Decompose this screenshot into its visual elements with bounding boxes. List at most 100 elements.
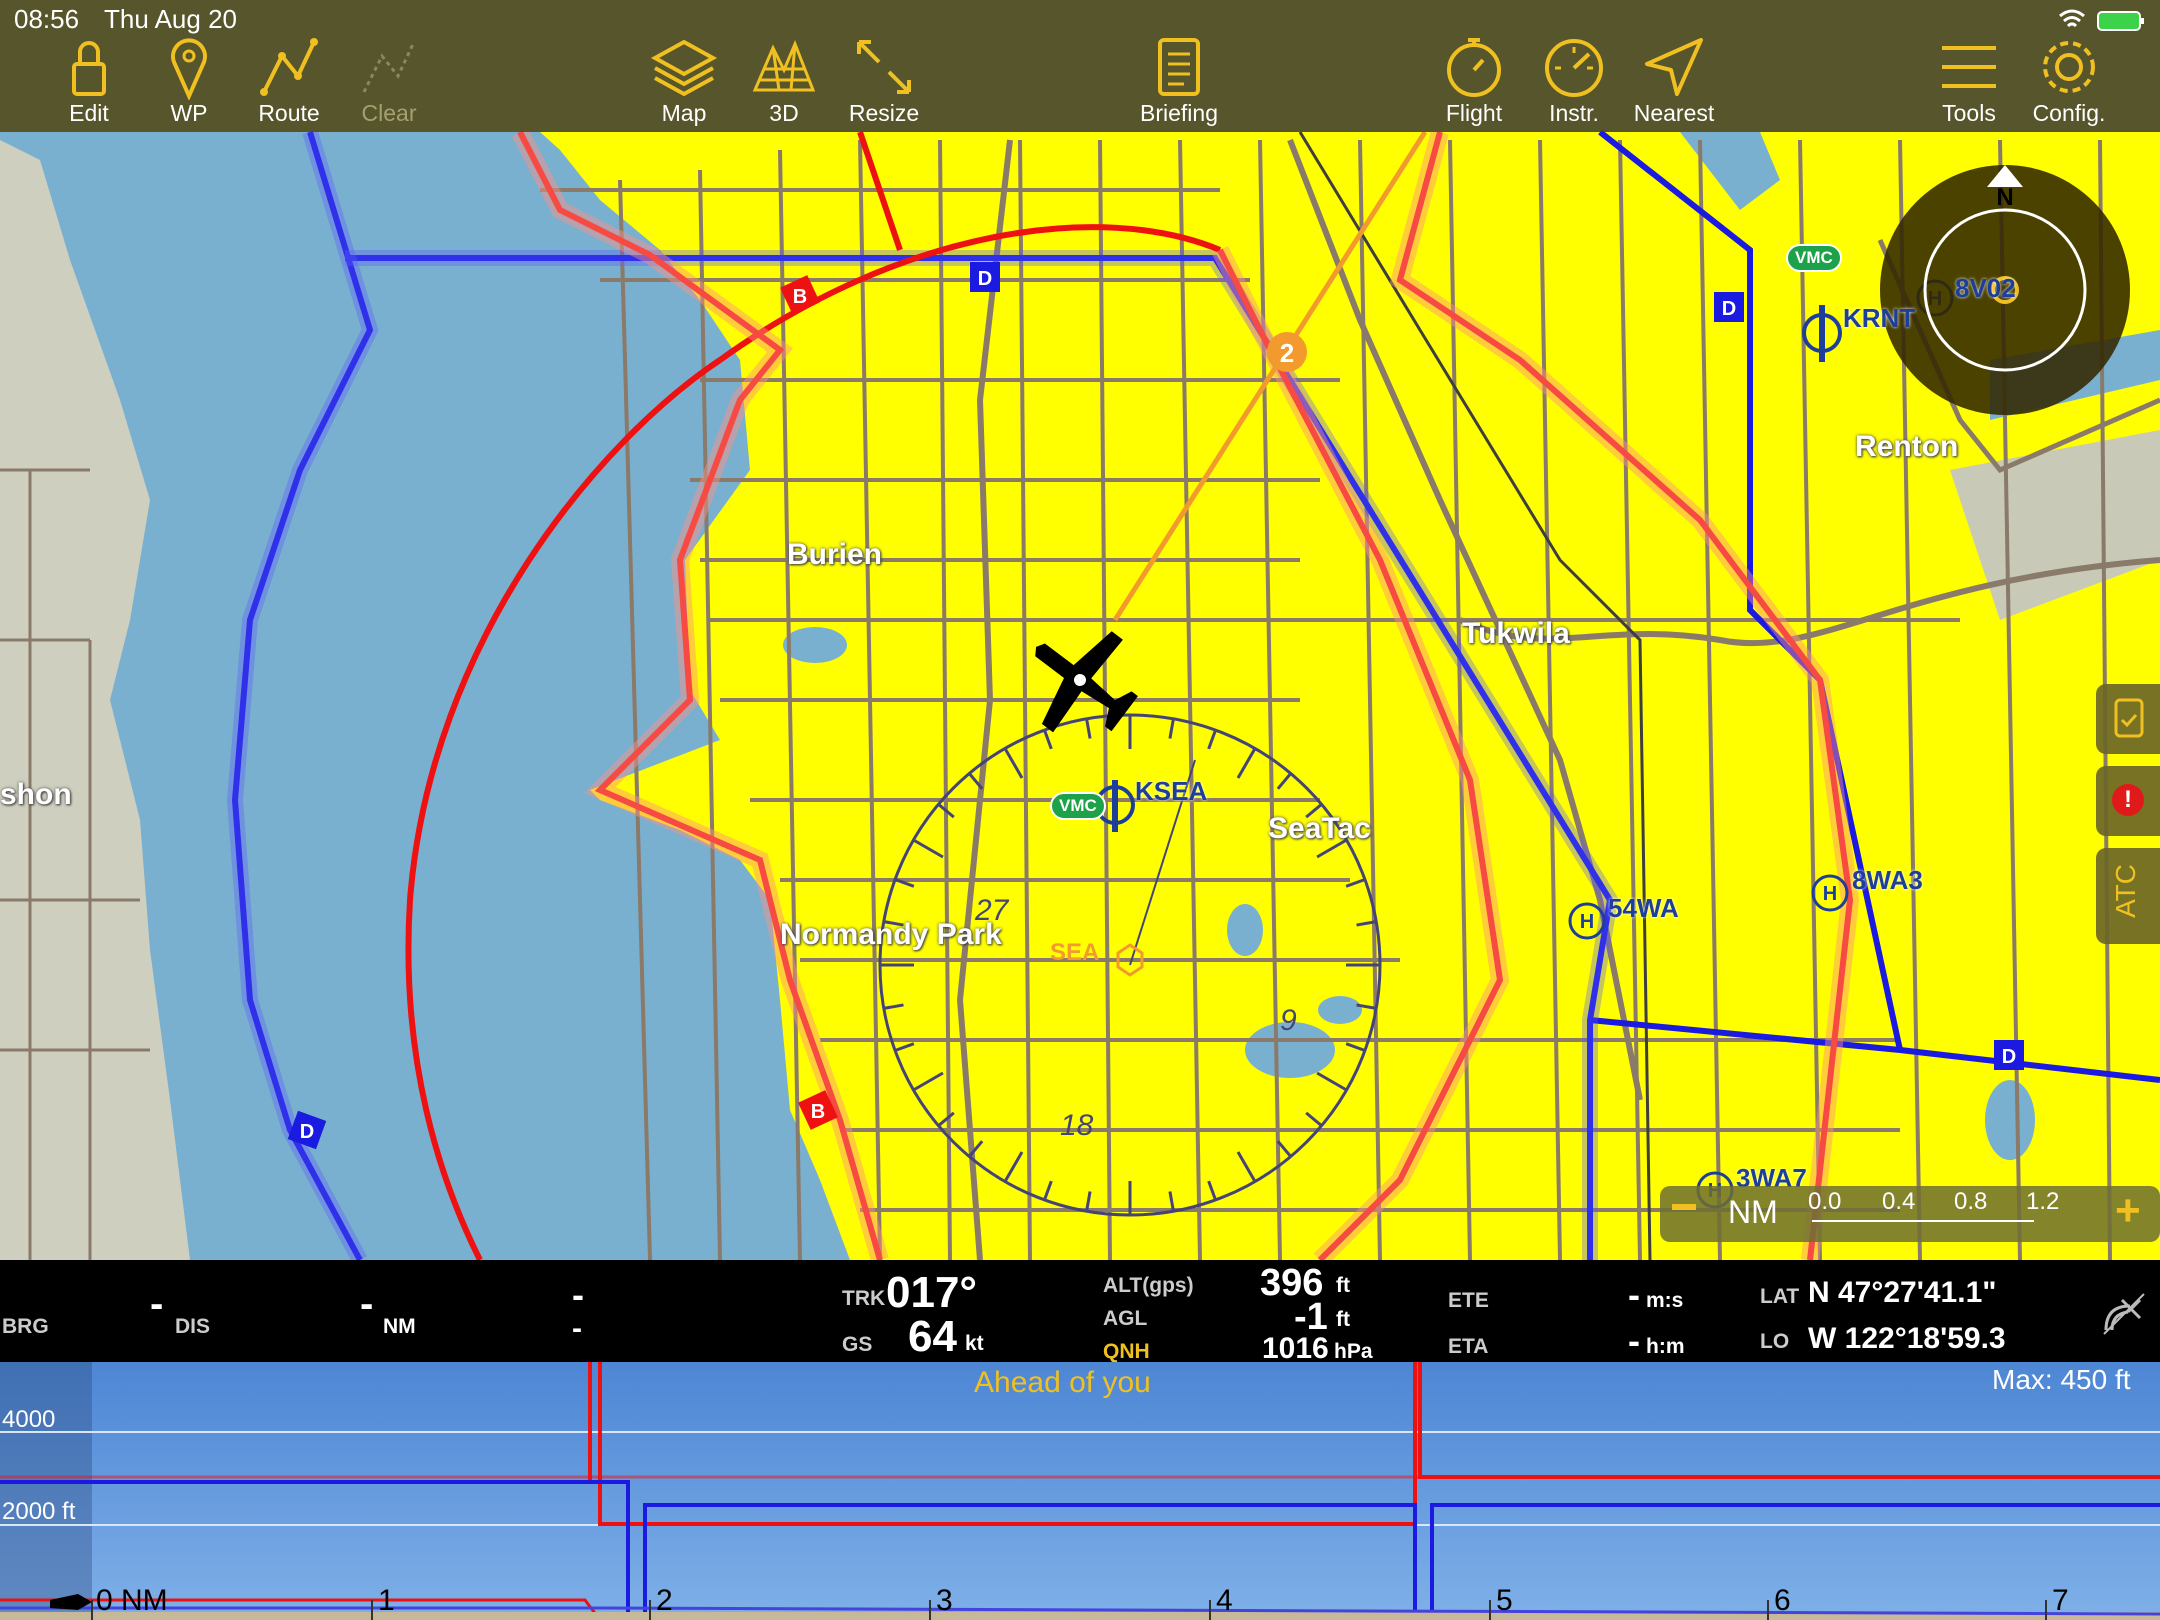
brg-label: BRG — [2, 1315, 49, 1338]
class-d-label-2: D — [1722, 298, 1736, 320]
place-vashon: shon — [0, 778, 72, 811]
dis-label: DIS — [175, 1315, 211, 1338]
trk-value: 017° — [886, 1268, 978, 1317]
heliport-8wa3[interactable]: 8WA3 — [1852, 865, 1923, 896]
clear-button[interactable]: Clear — [334, 34, 444, 130]
gs-value: 64 — [908, 1312, 957, 1361]
airport-ksea[interactable]: KSEA — [1135, 776, 1207, 807]
gear-icon — [2043, 41, 2095, 93]
lon-value: W 122°18'59.3 — [1808, 1322, 2006, 1355]
class-d-label-3: D — [2002, 1046, 2016, 1068]
edit-button[interactable]: Edit — [34, 34, 144, 130]
vor-label: SEA — [1050, 939, 1099, 966]
status-icons — [2059, 9, 2144, 31]
class-d-label-4: D — [300, 1121, 314, 1143]
dist-1: 1 — [378, 1584, 395, 1617]
svg-text:H: H — [1823, 883, 1837, 905]
vertical-profile[interactable]: Ahead of you Max: 450 ft 4000 2000 ft 0 … — [0, 1362, 2160, 1620]
atc-button[interactable]: ATC — [2096, 848, 2160, 944]
heliport-8v02[interactable]: 8V02 — [1955, 273, 2016, 304]
dis-unit: NM — [383, 1315, 416, 1338]
dist-4: 4 — [1216, 1584, 1233, 1617]
heliport-54wa[interactable]: 54WA — [1608, 893, 1679, 924]
checklist-icon — [2114, 698, 2144, 738]
brg-value: - — [150, 1282, 164, 1326]
class-b-label: B — [793, 286, 807, 308]
lock-icon — [72, 41, 106, 96]
zoom-in-button[interactable]: + — [2115, 1186, 2141, 1236]
dist-0: 0 NM — [96, 1584, 168, 1617]
resize-button[interactable]: Resize — [829, 34, 939, 130]
app-root: 2 27 18 9 B B D D D D HHHH SEA N Burien … — [0, 0, 2160, 1620]
alert-icon: ! — [2112, 784, 2144, 816]
flight-data-bar: BRG - DIS - NM - - TRK 017° GS 64 kt ALT… — [0, 1260, 2160, 1365]
status-date: Thu Aug 20 — [104, 4, 237, 34]
next-wp-dash-1: - — [572, 1274, 584, 1315]
route-button[interactable]: Route — [234, 34, 344, 130]
moving-map[interactable]: 2 27 18 9 B B D D D D HHHH SEA N — [0, 0, 2160, 1260]
checklist-button[interactable] — [2096, 684, 2160, 754]
nearest-label: Nearest — [1633, 100, 1715, 126]
trk-label: TRK — [842, 1287, 886, 1310]
waypoint-number: 2 — [1280, 338, 1294, 368]
north-indicator: N — [1996, 184, 2013, 211]
briefing-button[interactable]: Briefing — [1124, 34, 1234, 130]
scale-tick-1: 0.4 — [1882, 1188, 1916, 1215]
eta-label: ETA — [1448, 1335, 1489, 1358]
dist-3: 3 — [936, 1584, 953, 1617]
nearest-button[interactable]: Nearest — [1619, 34, 1729, 130]
alt-unit: ft — [1336, 1274, 1350, 1297]
lat-value: N 47°27'41.1" — [1808, 1276, 1997, 1309]
alert-button[interactable]: ! — [2096, 766, 2160, 836]
scale-tick-3: 1.2 — [2026, 1188, 2060, 1215]
tools-button[interactable]: Tools — [1914, 34, 2024, 130]
dist-6: 6 — [1774, 1584, 1791, 1617]
atc-label: ATC — [2110, 864, 2141, 918]
map-button[interactable]: Map — [629, 34, 739, 130]
edit-label: Edit — [69, 100, 109, 126]
agl-label: AGL — [1103, 1307, 1148, 1330]
place-burien: Burien — [787, 538, 883, 571]
qnh-value[interactable]: 1016 — [1262, 1332, 1329, 1366]
class-b-label-2: B — [811, 1101, 825, 1123]
instr-label: Instr. — [1549, 100, 1599, 126]
top-toolbar: 08:56 Thu Aug 20 Edit WP Route Clear Map… — [0, 0, 2160, 132]
gps-disabled-icon[interactable] — [2100, 1290, 2146, 1336]
route-icon — [260, 38, 318, 96]
resize-label: Resize — [848, 100, 920, 126]
briefing-label: Briefing — [1140, 100, 1218, 126]
battery-icon — [2097, 11, 2141, 31]
scale-unit: NM — [1728, 1194, 1778, 1230]
3d-button[interactable]: 3D — [729, 34, 839, 130]
lon-label: LO — [1760, 1330, 1790, 1353]
scale-tick-0: 0.0 — [1808, 1188, 1842, 1215]
profile-graph — [0, 1362, 2160, 1620]
tools-label: Tools — [1942, 100, 1996, 126]
flight-button[interactable]: Flight — [1419, 34, 1529, 130]
gs-label: GS — [842, 1333, 873, 1356]
agl-unit: ft — [1336, 1308, 1350, 1331]
dist-7: 7 — [2052, 1584, 2069, 1617]
wifi-icon — [2059, 9, 2085, 28]
clear-route-icon — [362, 41, 416, 93]
eta-value: - — [1628, 1320, 1640, 1361]
next-wp-dash-2: - — [572, 1312, 582, 1345]
alt-label: ALT(gps) — [1103, 1274, 1194, 1297]
ete-value: - — [1628, 1274, 1640, 1315]
resize-icon — [857, 40, 911, 94]
svg-text:H: H — [1580, 911, 1594, 933]
eta-unit: h:m — [1646, 1335, 1685, 1358]
zoom-out-button[interactable] — [1672, 1204, 1696, 1210]
max-altitude-label: Max: 450 ft — [1992, 1364, 2131, 1395]
vmc-badge-ksea: VMC — [1050, 792, 1106, 820]
place-normandy-park: Normandy Park — [780, 918, 1002, 951]
wp-button[interactable]: WP — [134, 34, 244, 130]
scale-bar: NM 0.0 0.4 0.8 1.2 + — [1660, 1186, 2160, 1242]
status-time: 08:56 — [14, 4, 80, 34]
airport-krnt[interactable]: KRNT — [1843, 303, 1915, 334]
dist-5: 5 — [1496, 1584, 1513, 1617]
instr-button[interactable]: Instr. — [1519, 34, 1629, 130]
dis-value: - — [360, 1282, 374, 1326]
qnh-label[interactable]: QNH — [1103, 1340, 1150, 1364]
config-button[interactable]: Config. — [2014, 34, 2124, 130]
